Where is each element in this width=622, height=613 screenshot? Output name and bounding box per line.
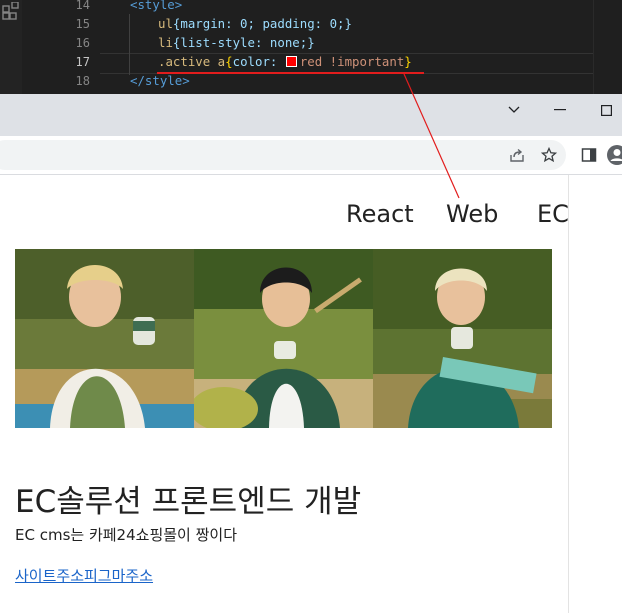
- address-bar[interactable]: [0, 140, 566, 170]
- maximize-button[interactable]: [584, 94, 622, 126]
- code-line-li[interactable]: li{list-style: none;}: [158, 35, 315, 50]
- site-figma-link[interactable]: 사이트주소피그마주소: [15, 565, 153, 586]
- css-selector: ul: [158, 16, 173, 31]
- css-body: {margin: 0; padding: 0;}: [172, 16, 352, 31]
- photo-person-1: [15, 249, 194, 428]
- color-swatch-icon[interactable]: [285, 56, 297, 67]
- nav-link-web-active[interactable]: Web: [446, 199, 498, 229]
- chevron-down-icon: [508, 106, 520, 113]
- nav-link-ec[interactable]: EC: [537, 199, 569, 229]
- css-body: {list-style: none;}: [172, 35, 315, 50]
- browser-toolbar: [0, 136, 622, 175]
- page-description: EC cms는 카페24쇼핑몰이 짱이다: [15, 526, 238, 544]
- side-panel-icon[interactable]: [578, 144, 600, 166]
- code-line-style-close[interactable]: </style>: [130, 73, 190, 88]
- minimize-icon: [554, 109, 566, 111]
- css-selector: .active a: [158, 54, 226, 69]
- editor-scrollbar[interactable]: [593, 0, 622, 94]
- line-number: 15: [75, 17, 90, 31]
- devtools-edge: [568, 175, 622, 613]
- css-value: red !important: [299, 54, 405, 69]
- annotation-underline: [157, 72, 424, 74]
- extensions-icon[interactable]: [2, 1, 20, 27]
- code-line-style-open[interactable]: <style>: [130, 0, 182, 12]
- bookmark-star-icon[interactable]: [538, 144, 560, 166]
- css-selector: li: [158, 35, 173, 50]
- code-line-active[interactable]: .active a{color: red !important}: [158, 54, 412, 69]
- maximize-icon: [600, 104, 612, 116]
- minimize-button[interactable]: [538, 94, 582, 126]
- page-headline: EC솔루션 프론트엔드 개발: [15, 484, 362, 520]
- line-number: 18: [75, 74, 90, 88]
- photo-person-2: [194, 249, 373, 428]
- share-icon[interactable]: [506, 144, 528, 166]
- css-brace-open: {: [225, 54, 233, 69]
- activity-bar: [0, 0, 22, 94]
- profile-avatar-icon[interactable]: [606, 144, 622, 166]
- line-number-current: 17: [75, 55, 90, 69]
- line-number: 16: [75, 36, 90, 50]
- tab-search-dropdown-button[interactable]: [492, 94, 536, 126]
- line-number: 14: [75, 0, 90, 12]
- css-property: color:: [232, 54, 278, 69]
- photo-person-3: [373, 249, 552, 428]
- nav-link-react[interactable]: React: [346, 199, 414, 229]
- indent-guide: [129, 14, 130, 75]
- code-line-ul[interactable]: ul{margin: 0; padding: 0;}: [158, 16, 352, 31]
- code-editor: 14 15 16 17 18 <style> ul{margin: 0; pad…: [0, 0, 622, 94]
- css-brace-close: }: [404, 54, 412, 69]
